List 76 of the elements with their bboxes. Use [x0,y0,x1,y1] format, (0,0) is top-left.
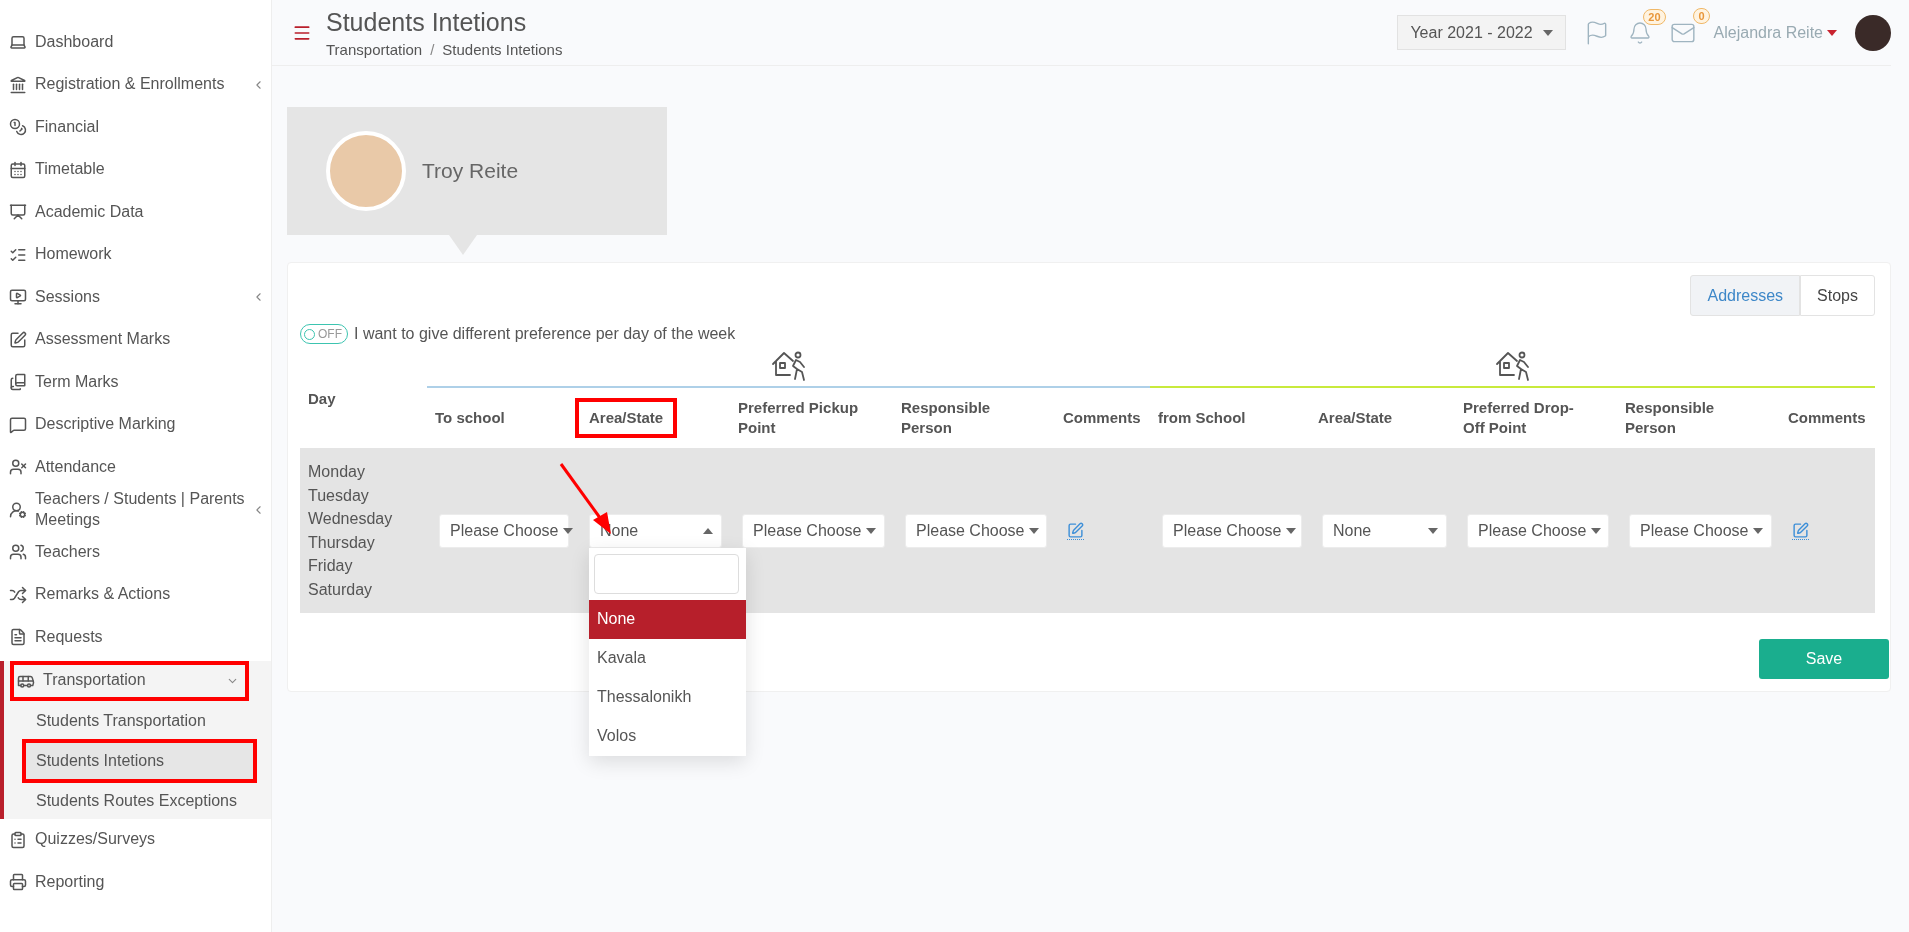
sidebar-item[interactable]: Transportation [10,660,249,701]
submenu-item[interactable]: Students Routes Exceptions [4,782,271,819]
caret-icon [1542,29,1553,36]
view-tab[interactable]: Stops [1800,275,1875,316]
column-header: Preferred Drop-Off Point [1463,397,1575,438]
notification-count: 20 [1643,8,1666,25]
select-dropdown[interactable]: Please Choose [742,513,885,548]
edit-icon[interactable] [1792,521,1809,540]
submenu-item[interactable]: Students Intetions [22,738,257,783]
caret-icon [1285,527,1296,534]
day-label: Monday [308,462,366,482]
day-label: Saturday [308,579,374,600]
sidebar-item[interactable]: Teachers [0,531,271,574]
column-header: Preferred Pickup Point [738,397,860,438]
toggle-label: I want to give different preference per day of the week [354,325,736,343]
breadcrumb-separator: / [430,40,435,58]
edit-icon[interactable] [1067,521,1084,540]
page-title: Students Intetions [326,7,528,37]
sidebar-item[interactable]: Sessions [0,276,271,319]
day-label: Thursday [308,532,376,553]
select-dropdown[interactable]: Please Choose [1162,513,1302,548]
select-dropdown[interactable]: Please Choose [1629,513,1772,548]
caret-icon [1590,527,1601,534]
user-avatar[interactable] [1855,14,1891,51]
sidebar-item[interactable]: Remarks & Actions [0,573,271,616]
select-dropdown[interactable]: Please Choose [1467,513,1609,548]
column-header: Day [307,389,337,407]
select-dropdown[interactable]: Please Choose [905,513,1047,548]
day-label: Friday [308,556,354,576]
year-dropdown[interactable]: Year 2021 - 2022 [1397,15,1566,50]
search-field[interactable] [594,553,739,594]
caret-icon [1028,527,1039,534]
house-walker-icon [770,350,807,382]
sidebar-item[interactable]: Registration & Enrollments [0,63,271,106]
column-header: Comments [1788,407,1866,428]
caret-icon [1428,527,1438,534]
sidebar-item[interactable]: Timetable [0,148,271,191]
column-header: Responsible Person [1625,397,1716,438]
sidebar-item[interactable]: Quizzes/Surveys [0,818,271,861]
caret-icon [562,527,573,534]
sidebar-item[interactable]: Requests [0,616,271,659]
dropdown-option[interactable]: Volos [589,716,746,756]
sidebar-item[interactable]: Assessment Marks [0,318,271,361]
view-tab[interactable]: Addresses [1690,275,1801,316]
house-walker-icon [1494,350,1531,382]
breadcrumb-link[interactable]: Students Intetions [442,40,563,58]
caret-icon [1753,527,1763,534]
caret-icon [703,527,713,534]
column-header: Responsible Person [901,397,992,438]
caret-icon [866,527,876,534]
sidebar-item[interactable]: Teachers / Students | Parents Meetings [0,488,271,531]
student-name: Troy Reite [422,159,519,183]
day-label: Wednesday [308,509,394,529]
sidebar-item[interactable]: Financial [0,106,271,149]
select-dropdown[interactable]: None [1322,513,1447,548]
sidebar-item[interactable]: Academic Data [0,191,271,234]
column-header: Comments [1063,407,1141,428]
sidebar-item[interactable]: Descriptive Marking [0,403,271,446]
column-header: Area/State [575,397,678,439]
submenu-item[interactable]: Students Transportation [4,702,271,739]
column-header: To school [435,407,505,428]
bell-icon[interactable] [1627,20,1652,45]
column-header: from School [1158,407,1246,428]
sidebar-item[interactable]: Homework [0,233,271,276]
dropdown-option[interactable]: Kavala [589,638,746,678]
sidebar-item[interactable]: Term Marks [0,361,271,404]
sidebar-item[interactable]: Dashboard [0,21,271,64]
sidebar-item[interactable]: Attendance [0,446,271,489]
sidebar-item[interactable]: Reporting [0,861,271,904]
caret-icon [1827,29,1837,36]
breadcrumb-link[interactable]: Transportation [326,40,423,58]
dropdown-option[interactable]: None [589,599,746,639]
day-label: Tuesday [308,485,370,506]
column-header: Area/State [1318,407,1393,428]
dropdown-option[interactable]: Thessalonikh [589,677,746,717]
message-count: 0 [1693,7,1710,24]
